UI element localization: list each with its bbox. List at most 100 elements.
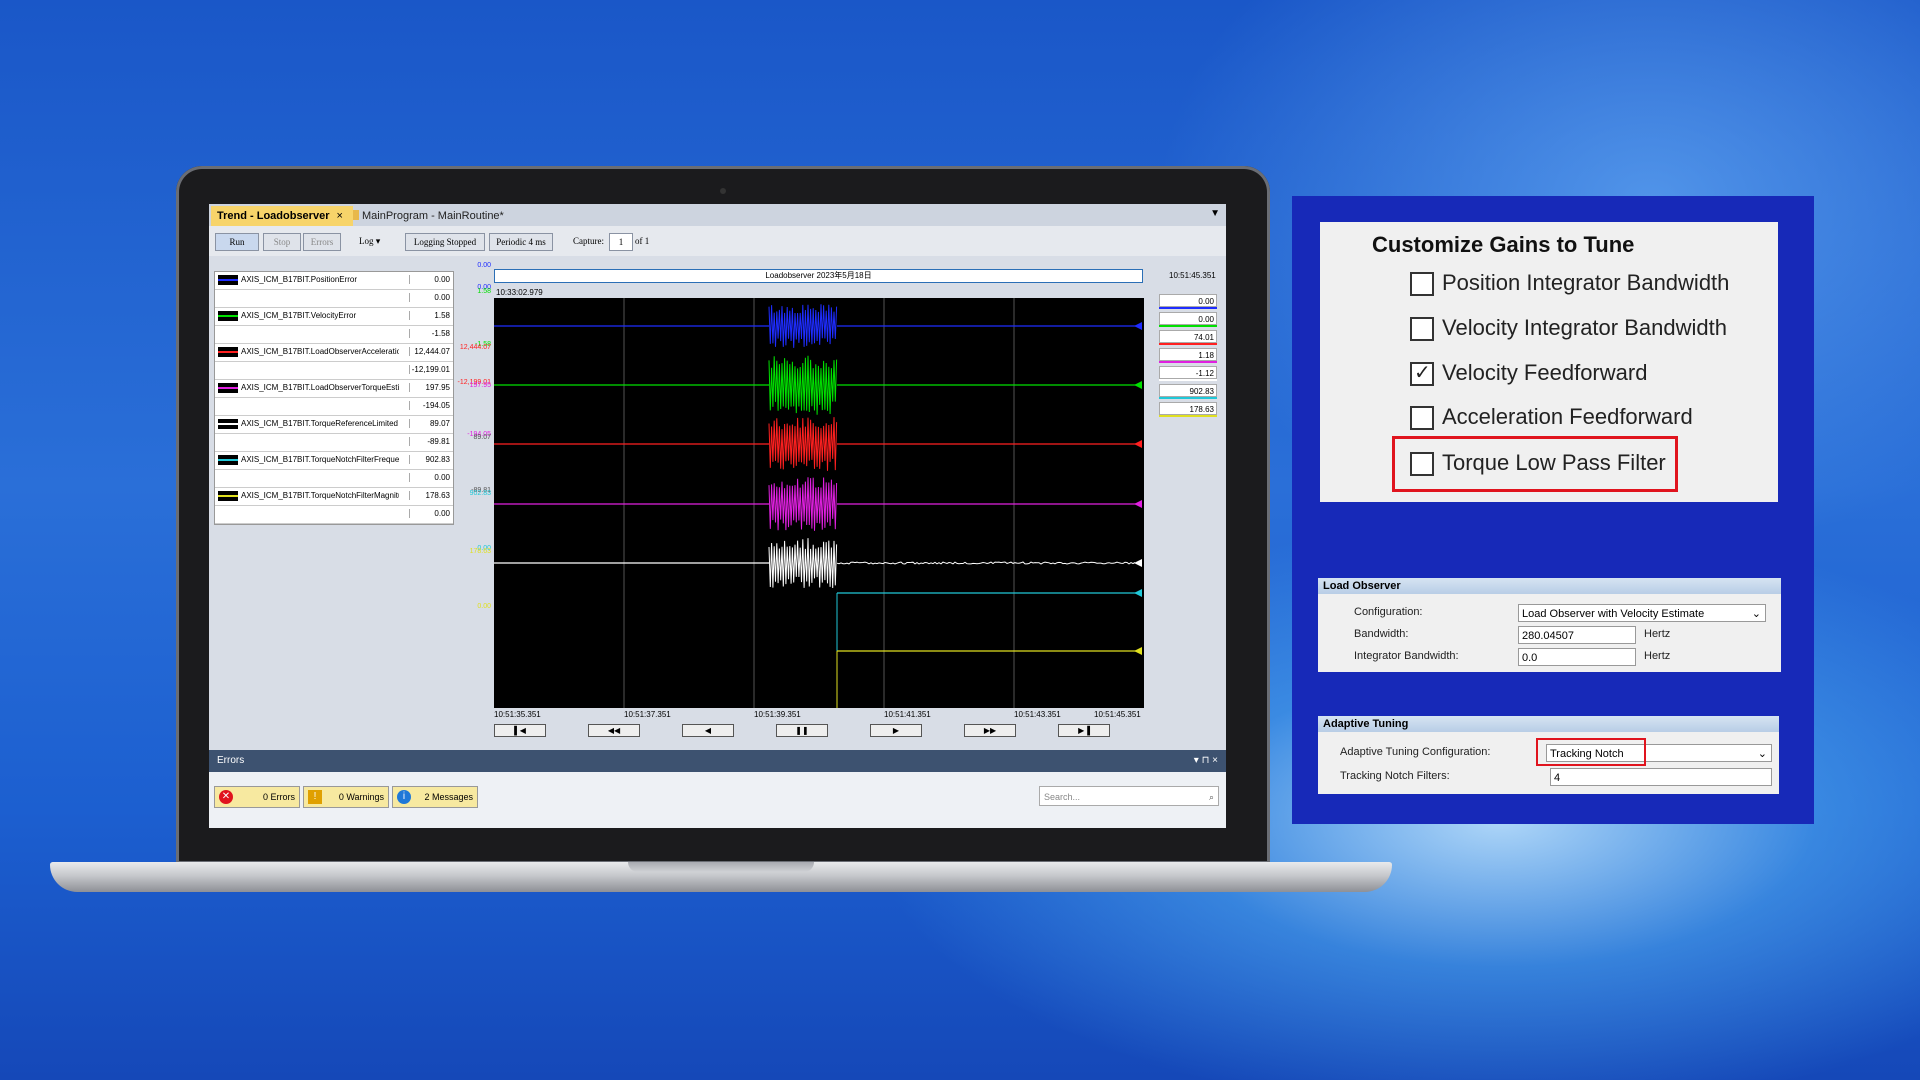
x-axis: 10:51:35.351 10:51:37.351 10:51:39.351 10:5… — [494, 710, 1144, 724]
series-color-line — [218, 387, 238, 389]
customize-gains-panel: Customize Gains to Tune Position Integra… — [1320, 222, 1778, 502]
series-color-line — [1159, 361, 1217, 363]
gain-checkbox[interactable] — [1410, 406, 1434, 430]
series-color-line — [218, 423, 238, 425]
legend-row[interactable]: AXIS_ICM_B17BIT.TorqueReferenceLimited 8… — [215, 416, 453, 434]
series-name: AXIS_ICM_B17BIT.PositionError — [241, 275, 358, 284]
run-button[interactable]: Run — [215, 233, 259, 251]
legend-row[interactable]: AXIS_ICM_B17BIT.TorqueNotchFilterMagnitu… — [215, 488, 453, 506]
series-name: AXIS_ICM_B17BIT.TorqueNotchFilterFrequen — [241, 455, 399, 464]
y-axis-label: 197.95 — [469, 382, 491, 389]
fast-forward-icon[interactable]: ▶▶ — [964, 724, 1016, 737]
search-icon: ⌕ — [1208, 792, 1214, 802]
y-axis-label: 1.58 — [477, 288, 491, 295]
periodic-status: Periodic 4 ms — [489, 233, 553, 251]
step-back-icon[interactable]: ◀ — [682, 724, 734, 737]
integrator-bandwidth-label: Integrator Bandwidth: — [1354, 650, 1459, 662]
tab-mainprogram[interactable]: MainProgram - MainRoutine* — [347, 206, 519, 226]
tab-trend[interactable]: Trend - Loadobserver × — [211, 206, 353, 226]
series-max: 12,444.07 — [409, 347, 450, 356]
bandwidth-input[interactable]: 280.04507 — [1518, 626, 1636, 644]
capture-input[interactable]: 1 — [609, 233, 633, 251]
laptop-notch — [628, 862, 814, 872]
errors-filter[interactable]: ✕ 0 Errors — [214, 786, 300, 808]
series-min: 0.00 — [409, 473, 450, 482]
series-color-line — [1159, 397, 1217, 399]
chart-end-time: 10:51:45.351 — [1169, 271, 1216, 280]
gain-checkbox[interactable] — [1410, 272, 1434, 296]
close-icon[interactable]: × — [337, 210, 343, 222]
adaptive-tuning-panel: Adaptive Tuning Adaptive Tuning Configur… — [1318, 716, 1779, 794]
laptop-screen: Trend - Loadobserver × MainProgram - Mai… — [209, 204, 1226, 828]
tab-bar: Trend - Loadobserver × MainProgram - Mai… — [209, 204, 1226, 227]
x-tick-label: 10:51:45.351 — [1094, 710, 1141, 719]
gain-label: Velocity Integrator Bandwidth — [1442, 315, 1727, 340]
gain-label: Velocity Feedforward — [1442, 360, 1648, 385]
jump-end-icon[interactable]: ▶▐ — [1058, 724, 1110, 737]
rewind-icon[interactable]: ◀◀ — [588, 724, 640, 737]
gain-checkbox[interactable]: ✓ — [1410, 362, 1434, 386]
tracking-notch-filters-input[interactable]: 4 — [1550, 768, 1772, 786]
series-name: AXIS_ICM_B17BIT.LoadObserverAcceleration — [241, 347, 399, 356]
legend-row-min: -194.05 — [215, 398, 453, 416]
legend-row[interactable]: AXIS_ICM_B17BIT.LoadObserverAcceleration… — [215, 344, 453, 362]
series-current-value: 1.18 — [1159, 348, 1217, 361]
jump-start-icon[interactable]: ▌◀ — [494, 724, 546, 737]
capture-of: of 1 — [635, 236, 650, 246]
series-color-line — [1159, 307, 1217, 309]
series-max: 1.58 — [409, 311, 450, 320]
series-color-line — [1159, 325, 1217, 327]
chevron-down-icon: ⌄ — [1757, 748, 1767, 760]
series-color-line — [218, 279, 238, 281]
gain-checkbox[interactable] — [1410, 317, 1434, 341]
series-swatch — [218, 275, 238, 285]
legend-row-min: 0.00 — [215, 506, 453, 524]
series-max: 197.95 — [409, 383, 450, 392]
camera — [720, 188, 726, 194]
play-icon[interactable]: ▶ — [870, 724, 922, 737]
series-name: AXIS_ICM_B17BIT.LoadObserverTorqueEstima — [241, 383, 399, 392]
y-axis-label: 89.07 — [473, 434, 491, 441]
legend-row[interactable]: AXIS_ICM_B17BIT.LoadObserverTorqueEstima… — [215, 380, 453, 398]
warnings-count: 0 Warnings — [338, 792, 384, 802]
warnings-filter[interactable]: ! 0 Warnings — [303, 786, 389, 808]
errors-button[interactable]: Errors — [303, 233, 341, 251]
trend-chart[interactable] — [494, 298, 1144, 708]
panel-controls[interactable]: ▾ ⊓ × — [1194, 750, 1218, 772]
series-current-value: 74.01 — [1159, 330, 1217, 343]
series-swatch — [218, 347, 238, 357]
series-min: -89.81 — [409, 437, 450, 446]
stop-button[interactable]: Stop — [263, 233, 301, 251]
search-input[interactable]: Search... ⌕ — [1039, 786, 1219, 806]
legend-row[interactable]: AXIS_ICM_B17BIT.VelocityError 1.58 — [215, 308, 453, 326]
gains-title: Customize Gains to Tune — [1372, 232, 1635, 257]
adaptive-config-label: Adaptive Tuning Configuration: — [1340, 746, 1491, 758]
series-name: AXIS_ICM_B17BIT.VelocityError — [241, 311, 357, 320]
series-color-line — [218, 351, 238, 353]
warning-icon: ! — [308, 790, 322, 804]
series-color-line — [1159, 379, 1217, 381]
legend-row[interactable]: AXIS_ICM_B17BIT.TorqueNotchFilterFrequen… — [215, 452, 453, 470]
series-min: -1.58 — [409, 329, 450, 338]
series-current-value: 902.83 — [1159, 384, 1217, 397]
series-swatch — [218, 383, 238, 393]
messages-count: 2 Messages — [424, 792, 473, 802]
toolbar: Run Stop Errors Log ▾ Logging Stopped Pe… — [209, 226, 1226, 256]
bandwidth-unit: Hertz — [1644, 628, 1671, 640]
legend-row[interactable]: AXIS_ICM_B17BIT.PositionError 0.00 — [215, 272, 453, 290]
series-swatch — [218, 491, 238, 501]
tab-trend-label: Trend - Loadobserver — [217, 210, 330, 222]
check-icon: ✓ — [1414, 362, 1431, 384]
log-menu[interactable]: Log ▾ — [359, 233, 380, 249]
integrator-bandwidth-unit: Hertz — [1644, 650, 1671, 662]
search-placeholder: Search... — [1044, 792, 1081, 802]
legend-row-min: -1.58 — [215, 326, 453, 344]
configuration-select[interactable]: Load Observer with Velocity Estimate ⌄ — [1518, 604, 1766, 622]
series-color-line — [218, 495, 238, 497]
x-tick-label: 10:51:37.351 — [624, 710, 671, 719]
x-tick-label: 10:51:41.351 — [884, 710, 931, 719]
chevron-down-icon[interactable]: ▼ — [1210, 208, 1220, 219]
messages-filter[interactable]: i 2 Messages — [392, 786, 478, 808]
pause-icon[interactable]: ❚❚ — [776, 724, 828, 737]
integrator-bandwidth-input[interactable]: 0.0 — [1518, 648, 1636, 666]
